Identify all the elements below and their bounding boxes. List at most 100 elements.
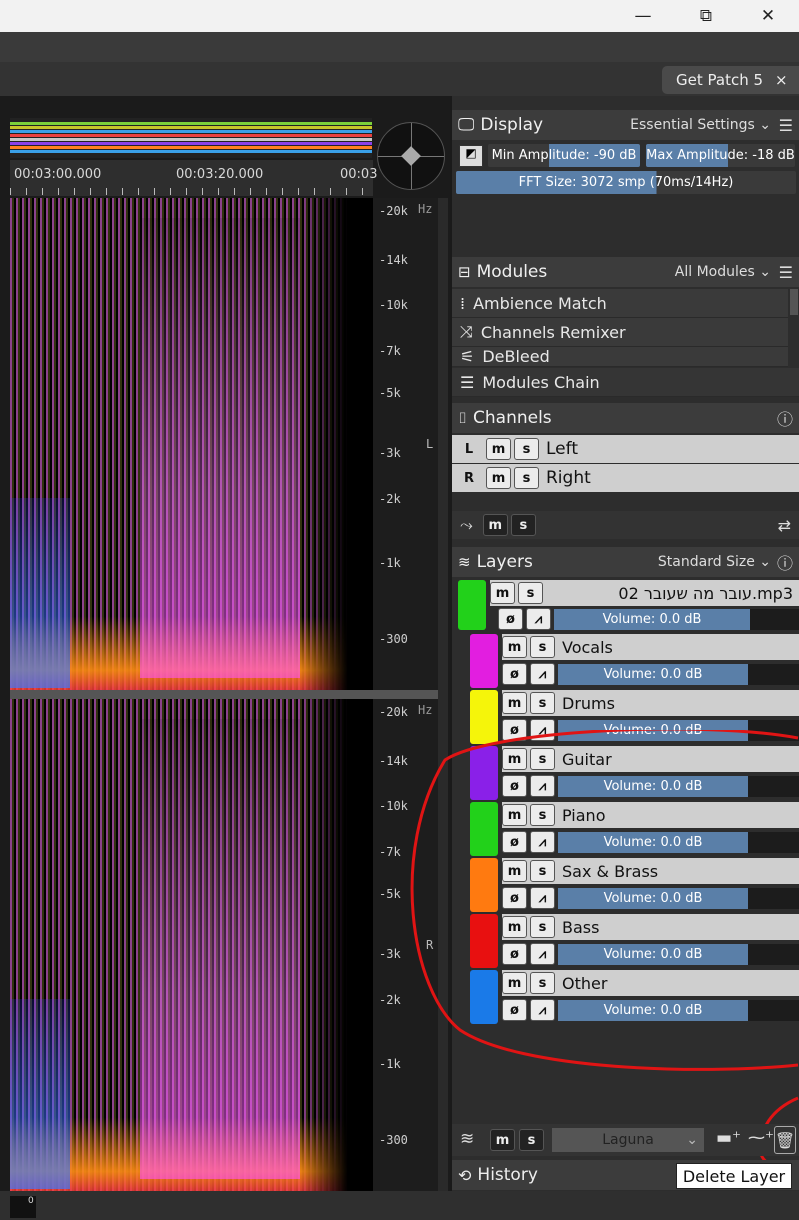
solo-button[interactable]: s <box>530 636 555 658</box>
hz-label: Hz <box>418 202 433 216</box>
freq-label: -1k <box>379 556 401 570</box>
channel-letter: R <box>463 470 474 486</box>
channels-title: Channels <box>473 408 552 428</box>
preset-dropdown[interactable]: Laguna ⌄ <box>552 1128 704 1152</box>
freq-label: -2k <box>379 492 401 506</box>
spectrogram-left[interactable] <box>10 198 373 690</box>
trash-icon[interactable]: 🗑 <box>774 1126 796 1154</box>
debleed-icon: ⚟ <box>460 347 475 366</box>
freq-label: -2k <box>379 993 401 1007</box>
channels-header[interactable]: ⌷ Channels ⓘ <box>452 403 799 433</box>
mute-button[interactable]: m <box>502 692 527 714</box>
help-icon[interactable]: ⓘ <box>777 406 793 430</box>
new-folder-icon[interactable]: ▬⁺ <box>716 1128 741 1148</box>
help-icon[interactable]: ⓘ <box>777 550 793 574</box>
modules-scrollbar[interactable] <box>790 289 798 315</box>
mute-all-layers-button[interactable]: m <box>490 1129 515 1151</box>
volume-slider[interactable]: Volume: 0.0 dB <box>558 663 748 685</box>
channel-splitter[interactable] <box>10 690 448 699</box>
display-preset-dropdown[interactable]: Essential Settings ⌄ <box>630 117 771 133</box>
mute-all-button[interactable]: m <box>482 514 508 536</box>
history-icon: ⟲ <box>458 1165 472 1185</box>
layer-row[interactable]: m s Vocals ø ⩘ Volume: 0.0 dB <box>452 634 799 690</box>
channels-icon: ⌷ <box>458 409 468 427</box>
mute-button[interactable]: m <box>486 467 511 489</box>
freq-label: -10k <box>379 298 408 312</box>
hz-label: Hz <box>418 703 433 717</box>
solo-button[interactable]: s <box>518 582 543 604</box>
modules-header[interactable]: ⊟ Modules All Modules ⌄ ☰ <box>452 257 799 287</box>
spectrogram-right[interactable] <box>10 699 373 1191</box>
module-item[interactable]: ⁞ Ambience Match <box>452 289 788 318</box>
monitor-icon: 🖵 <box>458 115 475 135</box>
layer-name: Drums <box>562 693 615 713</box>
layer-stack-icon[interactable]: ≋ <box>460 1129 474 1149</box>
freq-label: -3k <box>379 947 401 961</box>
menu-icon[interactable]: ☰ <box>779 263 793 282</box>
solo-button[interactable]: s <box>514 438 539 460</box>
minimize-button[interactable]: — <box>617 0 669 32</box>
time-tick: 00:03:20.000 <box>176 167 264 182</box>
red-annotation-circle <box>410 730 799 1168</box>
time-tick: 00:03 <box>340 167 378 182</box>
swap-icon[interactable]: ⇄ <box>778 516 791 535</box>
layers-title: Layers <box>476 552 533 572</box>
history-title: History <box>477 1165 538 1185</box>
freq-label: -7k <box>379 344 401 358</box>
module-item[interactable]: ⚟ DeBleed <box>452 347 788 367</box>
solo-button[interactable]: s <box>514 467 539 489</box>
min-amplitude-slider[interactable]: Min Amplitude: -90 dB <box>488 144 640 167</box>
phase-icon[interactable]: ø <box>502 663 527 685</box>
envelope-icon[interactable]: ⩘ <box>530 663 555 685</box>
tab-close-icon[interactable]: × <box>775 71 788 89</box>
status-bar: 0 <box>0 1191 799 1220</box>
envelope-icon[interactable]: ⩘ <box>526 608 551 630</box>
navigation-ball[interactable] <box>377 122 445 190</box>
close-window-button[interactable]: ✕ <box>742 0 794 32</box>
layer-file[interactable]: ms 02 עובר מה שעובר.mp3 ø ⩘ Volume: 0.0 … <box>452 578 799 632</box>
module-item[interactable]: ⤨ Channels Remixer <box>452 318 788 347</box>
freq-label: -14k <box>379 253 408 267</box>
freq-label: -5k <box>379 386 401 400</box>
new-layer-icon[interactable]: ⁓⁺ <box>748 1128 774 1148</box>
amplitude-icon[interactable]: ◩ <box>459 145 483 167</box>
freq-label: -1k <box>379 1057 401 1071</box>
solo-all-button[interactable]: s <box>510 514 536 536</box>
menu-icon[interactable]: ☰ <box>779 116 793 135</box>
ambience-icon: ⁞ <box>460 293 466 313</box>
layer-bottom: ø ⩘ Volume: 0.0 dB <box>502 662 799 686</box>
layers-toolbar: ≋ m s Laguna ⌄ ▬⁺ ⁓⁺ 🗑 <box>452 1124 799 1156</box>
shuffle-icon: ⤨ <box>460 322 473 341</box>
solo-button[interactable]: s <box>530 692 555 714</box>
mute-button[interactable]: m <box>490 582 515 604</box>
layer-file-bottom: ø ⩘ Volume: 0.0 dB <box>490 607 799 631</box>
waveform-icon <box>470 634 498 688</box>
freq-label: -300 <box>379 632 408 646</box>
modules-icon: ⊟ <box>458 263 471 281</box>
channel-name: Left <box>546 439 578 459</box>
mute-button[interactable]: m <box>486 438 511 460</box>
freq-label: -20k <box>379 204 408 218</box>
timeline-ruler[interactable]: 00:03:00.000 00:03:20.000 00:03 <box>10 160 377 196</box>
display-header[interactable]: 🖵 Display Essential Settings ⌄ ☰ <box>452 110 799 140</box>
modules-chain-button[interactable]: ☰ Modules Chain <box>452 368 799 397</box>
max-amplitude-slider[interactable]: Max Amplitude: -18 dB <box>646 144 795 167</box>
modules-filter-dropdown[interactable]: All Modules ⌄ <box>675 264 771 280</box>
chain-icon: ☰ <box>460 372 475 392</box>
freq-label: -7k <box>379 845 401 859</box>
solo-all-layers-button[interactable]: s <box>519 1129 544 1151</box>
tab-get-patch[interactable]: Get Patch 5 × <box>662 66 799 94</box>
phase-icon[interactable]: ø <box>498 608 523 630</box>
volume-slider[interactable]: Volume: 0.0 dB <box>554 608 750 630</box>
mute-button[interactable]: m <box>502 636 527 658</box>
modules-title: Modules <box>476 262 548 282</box>
freq-label: -3k <box>379 446 401 460</box>
channel-row-left[interactable]: L m s Left <box>452 435 799 463</box>
maximize-button[interactable]: ⧉ <box>680 0 732 32</box>
layer-size-dropdown[interactable]: Standard Size ⌄ <box>658 554 771 570</box>
fft-size-slider[interactable]: FFT Size: 3072 smp (70ms/14Hz) <box>456 171 796 194</box>
route-icon[interactable]: ⤳ <box>460 515 473 535</box>
channel-row-right[interactable]: R m s Right <box>452 464 799 492</box>
layers-header[interactable]: ≋ Layers Standard Size ⌄ ⓘ <box>452 547 799 577</box>
waveform-overview[interactable] <box>10 118 372 158</box>
